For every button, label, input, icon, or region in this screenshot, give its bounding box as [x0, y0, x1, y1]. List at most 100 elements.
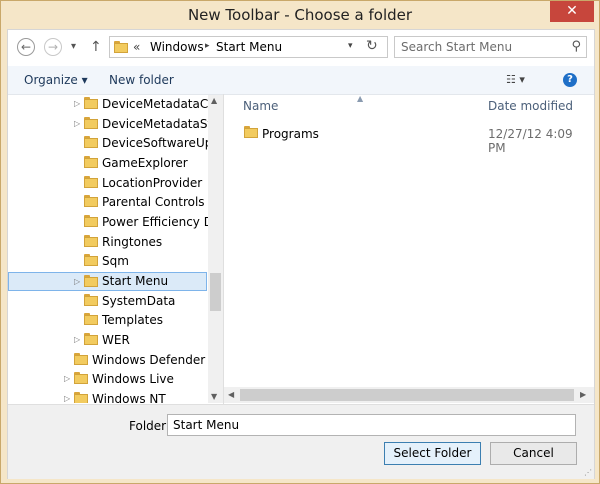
file-date-modified: 12/27/12 4:09 PM: [488, 127, 573, 155]
dialog-body: ← → ▾ ↑ « Windows ▸ Start Menu ▾ ↻ Searc…: [7, 29, 595, 479]
sort-ascending-icon: ▲: [357, 94, 364, 103]
folder-icon: [84, 195, 98, 207]
dialog-window: New Toolbar - Choose a folder ✕ ← → ▾ ↑ …: [0, 0, 600, 484]
change-view-icon[interactable]: ☷ ▾: [506, 73, 525, 86]
scroll-left-arrow-icon[interactable]: ◀: [228, 390, 234, 399]
folder-icon: [84, 294, 98, 306]
address-dropdown-chevron-down-icon[interactable]: ▾: [348, 41, 353, 51]
tree-item[interactable]: LocationProvider: [8, 174, 208, 193]
folder-icon: [244, 126, 258, 138]
column-header-date-modified[interactable]: Date modified: [488, 99, 573, 113]
tree-item-label: Ringtones: [102, 235, 163, 249]
breadcrumb-start-menu[interactable]: Start Menu: [216, 40, 282, 54]
tree-item[interactable]: ▷ WER: [8, 331, 208, 350]
expand-arrow-icon[interactable]: ▷: [74, 277, 80, 286]
new-folder-button[interactable]: New folder: [109, 73, 174, 87]
tree-item[interactable]: SystemData: [8, 292, 208, 311]
expand-arrow-icon[interactable]: ▷: [74, 99, 80, 108]
scroll-up-arrow-icon[interactable]: ▲: [211, 96, 217, 105]
tree-item[interactable]: ▷ DeviceMetadataStore: [8, 115, 223, 134]
search-input[interactable]: Search Start Menu: [401, 40, 512, 54]
tree-item[interactable]: Ringtones: [8, 233, 208, 252]
folder-icon: [74, 392, 88, 403]
column-header-name[interactable]: Name: [243, 99, 278, 113]
folder-field-label: Folder:: [129, 419, 170, 433]
cancel-button[interactable]: Cancel: [490, 442, 577, 465]
folder-icon: [84, 215, 98, 227]
search-icon[interactable]: ⚲: [571, 39, 581, 54]
tree-item-label: Windows Live: [92, 372, 174, 386]
tree-item-label: WER: [102, 333, 130, 347]
recent-locations-chevron-down-icon[interactable]: ▾: [71, 41, 76, 52]
tree-item-label: Parental Controls: [102, 195, 205, 209]
command-bar: Organize ▾ New folder ☷ ▾ ?: [8, 66, 594, 95]
folder-icon: [84, 235, 98, 247]
search-box[interactable]: Search Start Menu ⚲: [394, 36, 587, 58]
tree-item-selected[interactable]: ▷ Start Menu: [8, 272, 207, 291]
navigation-bar: ← → ▾ ↑ « Windows ▸ Start Menu ▾ ↻ Searc…: [8, 30, 594, 66]
tree-item-label: DeviceSoftwareUpdat: [102, 136, 223, 150]
forward-button[interactable]: →: [44, 38, 62, 56]
tree-item[interactable]: GameExplorer: [8, 154, 208, 173]
title-bar: New Toolbar - Choose a folder ✕: [1, 1, 599, 29]
folder-icon: [84, 254, 98, 266]
tree-item[interactable]: Windows Defender: [8, 351, 208, 370]
tree-item-label: Templates: [102, 313, 164, 327]
tree-item-label: GameExplorer: [102, 156, 188, 170]
tree-item-label: Start Menu: [102, 274, 169, 288]
folder-icon: [84, 136, 98, 148]
tree-item[interactable]: ▷ Windows Live: [8, 370, 208, 389]
expand-arrow-icon[interactable]: ▷: [74, 119, 80, 128]
expand-arrow-icon[interactable]: ▷: [64, 374, 70, 383]
expand-arrow-icon[interactable]: ▷: [64, 394, 70, 403]
tree-item-label: Power Efficiency Diag: [102, 215, 223, 229]
tree-item[interactable]: Templates: [8, 311, 208, 330]
scrollbar-thumb[interactable]: [240, 389, 574, 401]
refresh-icon[interactable]: ↻: [366, 38, 378, 54]
select-folder-button[interactable]: Select Folder: [384, 442, 481, 465]
navigation-pane-scrollbar[interactable]: ▲ ▼: [208, 95, 223, 403]
help-icon[interactable]: ?: [563, 73, 577, 87]
tree-item[interactable]: ▷ DeviceMetadataCach: [8, 95, 223, 114]
folder-icon: [84, 275, 98, 287]
tree-item-label: Windows Defender: [92, 353, 206, 367]
organize-button[interactable]: Organize ▾: [24, 73, 88, 87]
file-list: ▲ Name Date modified Programs 12/27/12 4…: [224, 94, 594, 403]
address-bar[interactable]: « Windows ▸ Start Menu ▾ ↻: [109, 36, 388, 58]
folder-icon: [84, 313, 98, 325]
folder-icon: [84, 333, 98, 345]
tree-item[interactable]: Sqm: [8, 252, 208, 271]
breadcrumb-separator-chevron-right-icon[interactable]: ▸: [205, 41, 210, 51]
back-button[interactable]: ←: [17, 38, 35, 56]
up-button[interactable]: ↑: [90, 39, 102, 55]
tree-item-label: DeviceMetadataCach: [102, 97, 223, 111]
breadcrumb-windows[interactable]: Windows: [150, 40, 204, 54]
tree-item[interactable]: ▷ Windows NT: [8, 390, 208, 403]
navigation-pane: ▷ DeviceMetadataCach ▷ DeviceMetadataSto…: [8, 95, 223, 403]
tree-item[interactable]: Power Efficiency Diag: [8, 213, 223, 232]
folder-icon: [84, 156, 98, 168]
scrollbar-thumb[interactable]: [210, 273, 221, 311]
tree-item-label: SystemData: [102, 294, 176, 308]
dialog-footer: Folder: Select Folder Cancel ⋰: [8, 404, 594, 479]
scroll-down-arrow-icon[interactable]: ▼: [211, 392, 217, 401]
tree-item-label: DeviceMetadataStore: [102, 117, 223, 131]
expand-arrow-icon[interactable]: ▷: [74, 335, 80, 344]
resize-grip-icon[interactable]: ⋰: [584, 468, 592, 477]
tree-item-label: Sqm: [102, 254, 129, 268]
folder-icon: [84, 176, 98, 188]
tree-item-label: Windows NT: [92, 392, 166, 403]
folder-icon: [74, 372, 88, 384]
folder-name-input[interactable]: [167, 414, 576, 436]
folder-icon: [84, 97, 98, 109]
folder-icon: [84, 117, 98, 129]
tree-item[interactable]: Parental Controls: [8, 193, 208, 212]
file-name: Programs: [262, 127, 319, 141]
file-list-horizontal-scrollbar[interactable]: ◀ ▶: [224, 387, 594, 403]
folder-icon: [74, 353, 88, 365]
folder-icon: [114, 41, 128, 53]
tree-item[interactable]: DeviceSoftwareUpdat: [8, 134, 223, 153]
address-overflow[interactable]: «: [133, 40, 140, 54]
close-button[interactable]: ✕: [550, 1, 594, 22]
scroll-right-arrow-icon[interactable]: ▶: [580, 390, 586, 399]
